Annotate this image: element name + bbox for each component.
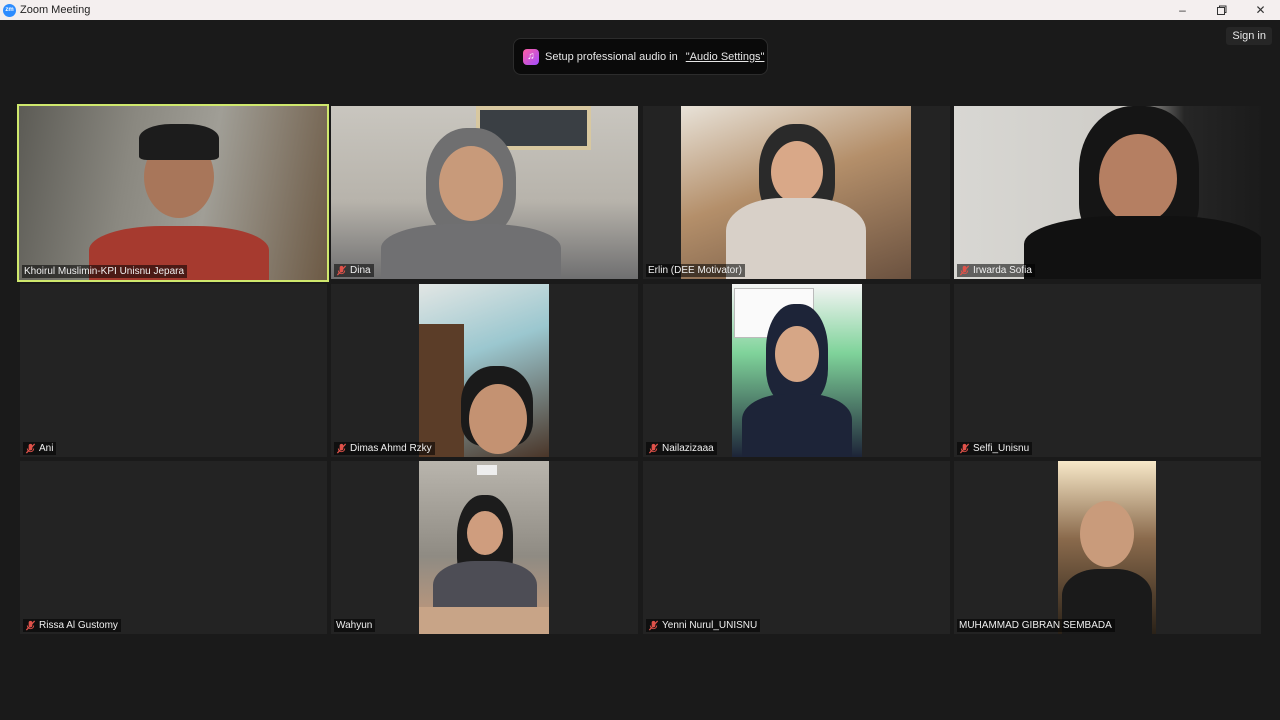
participant-name: Dina (350, 265, 371, 276)
muted-mic-icon (336, 265, 347, 276)
participant-tile[interactable]: MUHAMMAD GIBRAN SEMBADA (954, 461, 1261, 634)
participant-nameplate: Wahyun (334, 619, 376, 632)
participant-tile[interactable]: Rissa Al Gustomy (20, 461, 327, 634)
participant-video (1058, 461, 1156, 634)
participant-nameplate: Dimas Ahmd Rzky (334, 442, 435, 455)
participant-tile[interactable]: Wahyun (331, 461, 638, 634)
participant-name: Wahyun (336, 620, 373, 631)
participant-nameplate: Nailazizaaa (646, 442, 717, 455)
participant-name: MUHAMMAD GIBRAN SEMBADA (959, 620, 1112, 631)
participant-nameplate: Irwarda Sofia (957, 264, 1035, 277)
participant-nameplate: Ani (23, 442, 57, 455)
participant-tile[interactable]: Erlin (DEE Motivator) (643, 106, 950, 279)
participant-name: Erlin (DEE Motivator) (648, 265, 742, 276)
participant-tile[interactable]: Dimas Ahmd Rzky (331, 284, 638, 457)
participant-tile[interactable]: Irwarda Sofia (954, 106, 1261, 279)
title-bar: zm Zoom Meeting – ✕ (0, 0, 1280, 20)
notification-text: Setup professional audio in (545, 50, 678, 63)
audio-notification: ♫ Setup professional audio in "Audio Set… (513, 38, 768, 75)
zoom-logo-icon: zm (3, 3, 16, 17)
participant-name: Nailazizaaa (662, 443, 714, 454)
muted-mic-icon (25, 620, 36, 631)
participant-tile[interactable]: Nailazizaaa (643, 284, 950, 457)
muted-mic-icon (648, 620, 659, 631)
restore-icon[interactable] (1202, 0, 1241, 20)
participant-name: Selfi_Unisnu (973, 443, 1030, 454)
participant-name: Irwarda Sofia (973, 265, 1032, 276)
participant-nameplate: Dina (334, 264, 374, 277)
participant-nameplate: Selfi_Unisnu (957, 442, 1033, 455)
participant-nameplate: Erlin (DEE Motivator) (646, 264, 745, 277)
participant-tile[interactable]: Selfi_Unisnu (954, 284, 1261, 457)
window-title: Zoom Meeting (20, 4, 91, 16)
participant-tile[interactable]: Khoirul Muslimin-KPI Unisnu Jepara (17, 104, 329, 282)
participant-video (419, 284, 549, 457)
muted-mic-icon (336, 443, 347, 454)
window-controls: – ✕ (1163, 0, 1280, 20)
participant-name: Rissa Al Gustomy (39, 620, 118, 631)
participant-tile[interactable]: Dina (331, 106, 638, 279)
muted-mic-icon (959, 265, 970, 276)
participant-name: Ani (39, 443, 54, 454)
sign-in-button[interactable]: Sign in (1226, 27, 1272, 45)
music-note-icon: ♫ (523, 48, 539, 65)
participant-nameplate: Rissa Al Gustomy (23, 619, 121, 632)
participant-name: Khoirul Muslimin-KPI Unisnu Jepara (24, 266, 185, 277)
participant-tile[interactable]: Ani (20, 284, 327, 457)
participant-video (732, 284, 862, 457)
participant-video (954, 106, 1261, 279)
participant-nameplate: Yenni Nurul_UNISNU (646, 619, 761, 632)
participant-video (331, 106, 638, 279)
close-icon[interactable]: ✕ (1241, 0, 1280, 20)
muted-mic-icon (648, 443, 659, 454)
participant-nameplate: Khoirul Muslimin-KPI Unisnu Jepara (22, 265, 188, 278)
audio-settings-link[interactable]: "Audio Settings" (686, 51, 765, 63)
participant-name: Yenni Nurul_UNISNU (662, 620, 758, 631)
muted-mic-icon (959, 443, 970, 454)
muted-mic-icon (25, 443, 36, 454)
participant-nameplate: MUHAMMAD GIBRAN SEMBADA (957, 619, 1115, 632)
minimize-icon[interactable]: – (1163, 0, 1202, 20)
participant-video (681, 106, 911, 279)
participant-video (419, 461, 549, 634)
participant-video (19, 106, 327, 280)
participant-name: Dimas Ahmd Rzky (350, 443, 432, 454)
participant-tile[interactable]: Yenni Nurul_UNISNU (643, 461, 950, 634)
